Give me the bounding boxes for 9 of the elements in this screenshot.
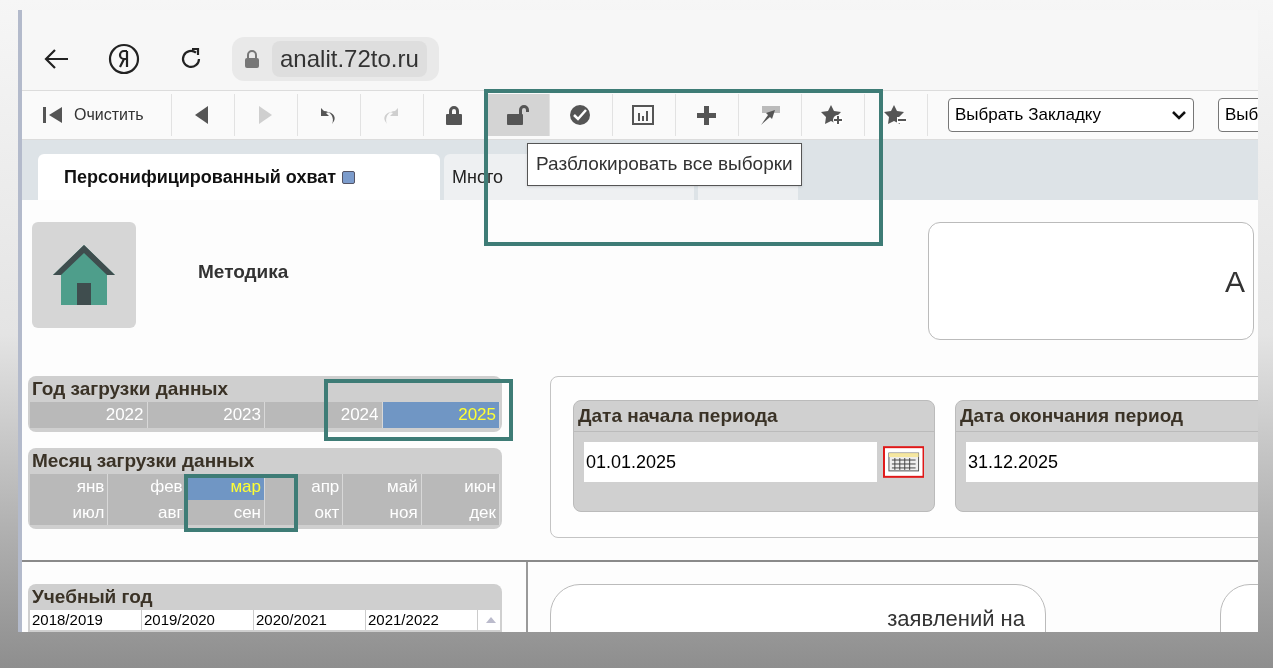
- card-text: А: [1225, 263, 1245, 300]
- date-title: Дата начала периода: [574, 401, 934, 432]
- url-text: analit.72to.ru: [272, 41, 427, 77]
- date-title: Дата окончания период: [956, 401, 1258, 432]
- tooltip: Разблокировать все выборки: [527, 143, 802, 186]
- listbox-title: Год загрузки данных: [31, 377, 230, 401]
- listbox-title: Учебный год: [31, 585, 154, 609]
- listbox-title: Месяц загрузки данных: [31, 449, 256, 473]
- card-text: заявлений на: [887, 607, 1025, 631]
